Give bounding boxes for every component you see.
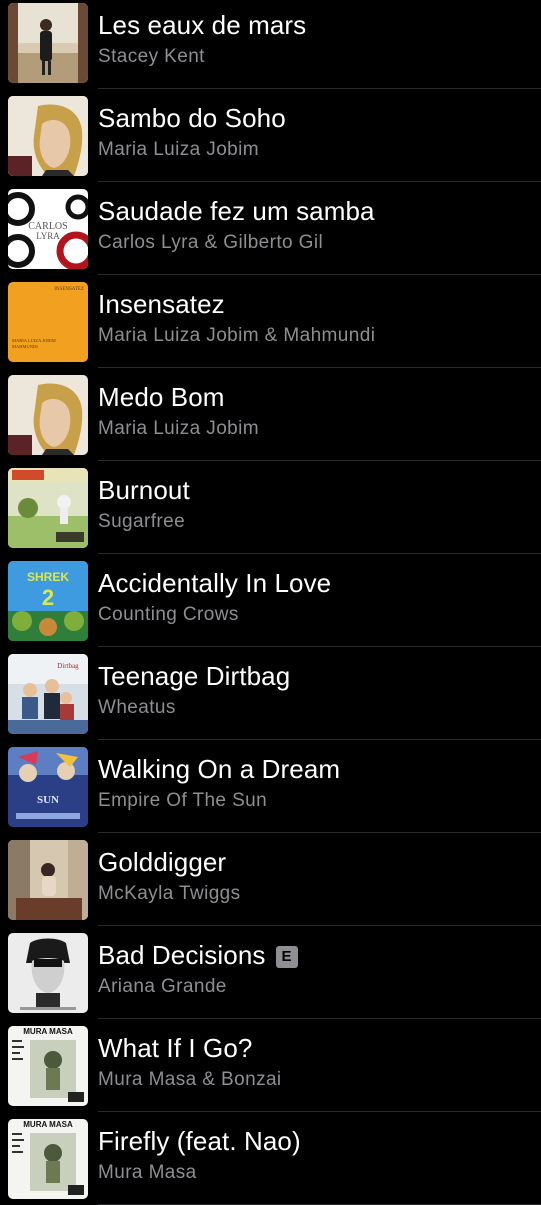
song-artist: Mura Masa (98, 1162, 197, 1183)
song-row[interactable]: Burnout Sugarfree (0, 461, 541, 554)
album-artwork (8, 933, 88, 1013)
song-row[interactable]: CARLOS LYRA Saudade fez um samba Carlos … (0, 182, 541, 275)
song-title: Les eaux de mars (98, 10, 307, 40)
song-list: Les eaux de mars Stacey Kent Sambo do So… (0, 0, 541, 1205)
song-title: Sambo do Soho (98, 103, 286, 133)
song-artist: McKayla Twiggs (98, 883, 241, 904)
svg-text:2: 2 (42, 585, 54, 610)
song-row[interactable]: Les eaux de mars Stacey Kent (0, 0, 541, 89)
song-title: Teenage Dirtbag (98, 661, 291, 691)
album-cover-les-eaux-de-mars-icon (8, 3, 88, 83)
explicit-badge: E (275, 946, 298, 968)
song-title: Medo Bom (98, 382, 225, 412)
song-row[interactable]: INSENSATEZ MARIA LUIZA JOBIM MAHMUNDI In… (0, 275, 541, 368)
song-artist: Stacey Kent (98, 46, 205, 67)
song-artist: Empire Of The Sun (98, 790, 268, 811)
song-row[interactable]: Golddigger McKayla Twiggs (0, 833, 541, 926)
album-artwork: MURA MASA (8, 1119, 88, 1199)
album-cover-wheatus-icon: Dirtbag (8, 654, 88, 734)
album-cover-carlos-lyra-icon: CARLOS LYRA (8, 189, 88, 269)
svg-text:LYRA: LYRA (36, 231, 60, 241)
song-title: Walking On a Dream (98, 754, 341, 784)
song-artist: Sugarfree (98, 511, 186, 532)
album-cover-sugarfree-icon (8, 468, 88, 548)
album-cover-maria-luiza-jobim-icon (8, 96, 88, 176)
song-title: Firefly (feat. Nao) (98, 1126, 301, 1156)
song-artist: Mura Masa & Bonzai (98, 1069, 282, 1090)
svg-text:MAHMUNDI: MAHMUNDI (12, 344, 38, 349)
album-artwork (8, 3, 88, 83)
album-artwork (8, 375, 88, 455)
song-row[interactable]: SHREK 2 Accidentally In Love Counting Cr… (0, 554, 541, 647)
album-cover-insensatez-icon: INSENSATEZ MARIA LUIZA JOBIM MAHMUNDI (8, 282, 88, 362)
song-title: Golddigger (98, 847, 227, 877)
album-cover-golddigger-icon (8, 840, 88, 920)
song-row[interactable]: MURA MASA What If I Go? Mura Masa & Bonz… (0, 1019, 541, 1112)
song-row[interactable]: Sambo do Soho Maria Luiza Jobim (0, 89, 541, 182)
song-artist: Maria Luiza Jobim & Mahmundi (98, 325, 376, 346)
song-row[interactable]: Medo Bom Maria Luiza Jobim (0, 368, 541, 461)
song-artist: Maria Luiza Jobim (98, 418, 259, 439)
song-title: Saudade fez um samba (98, 196, 375, 226)
album-artwork: SUN (8, 747, 88, 827)
svg-text:Dirtbag: Dirtbag (57, 662, 79, 670)
song-title: Accidentally In Love (98, 568, 332, 598)
album-cover-shrek-2-icon: SHREK 2 (8, 561, 88, 641)
svg-text:MARIA LUIZA JOBIM: MARIA LUIZA JOBIM (12, 338, 56, 343)
album-artwork: SHREK 2 (8, 561, 88, 641)
album-cover-maria-luiza-jobim-icon (8, 375, 88, 455)
album-artwork (8, 840, 88, 920)
svg-text:MURA MASA: MURA MASA (23, 1027, 73, 1036)
svg-text:SHREK: SHREK (27, 570, 69, 584)
album-artwork: Dirtbag (8, 654, 88, 734)
album-cover-empire-of-the-sun-icon: SUN (8, 747, 88, 827)
song-title: Burnout (98, 475, 190, 505)
album-artwork: MURA MASA (8, 1026, 88, 1106)
album-cover-mura-masa-icon: MURA MASA (8, 1026, 88, 1106)
song-row[interactable]: MURA MASA Firefly (feat. Nao) Mura Masa (0, 1112, 541, 1205)
song-artist: Carlos Lyra & Gilberto Gil (98, 232, 324, 253)
song-title: Bad Decisions E (98, 939, 298, 971)
song-artist: Counting Crows (98, 604, 239, 625)
song-title-text: Bad Decisions (98, 940, 266, 970)
album-artwork (8, 468, 88, 548)
song-title: What If I Go? (98, 1033, 253, 1063)
album-artwork: CARLOS LYRA (8, 189, 88, 269)
svg-text:MURA MASA: MURA MASA (23, 1120, 73, 1129)
svg-text:SUN: SUN (37, 794, 59, 806)
album-artwork (8, 96, 88, 176)
album-cover-dangerous-woman-icon (8, 933, 88, 1013)
album-cover-mura-masa-icon: MURA MASA (8, 1119, 88, 1199)
song-title: Insensatez (98, 289, 225, 319)
album-artwork: INSENSATEZ MARIA LUIZA JOBIM MAHMUNDI (8, 282, 88, 362)
song-artist: Wheatus (98, 697, 176, 718)
song-artist: Ariana Grande (98, 976, 227, 997)
song-row[interactable]: SUN Walking On a Dream Empire Of The Sun (0, 740, 541, 833)
song-row[interactable]: Dirtbag Teenage Dirtbag Wheatus (0, 647, 541, 740)
song-artist: Maria Luiza Jobim (98, 139, 259, 160)
svg-text:INSENSATEZ: INSENSATEZ (54, 287, 84, 292)
song-row[interactable]: Bad Decisions E Ariana Grande (0, 926, 541, 1019)
